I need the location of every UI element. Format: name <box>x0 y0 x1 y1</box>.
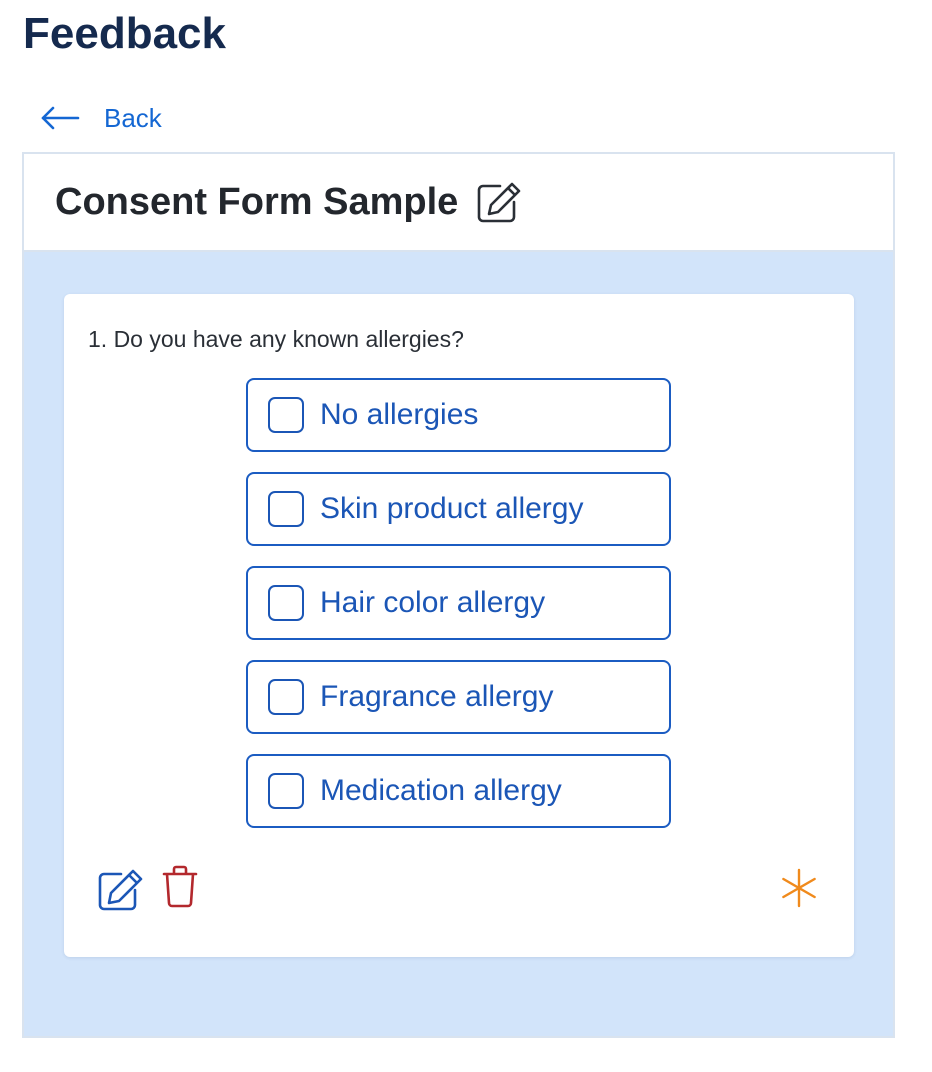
checkbox[interactable] <box>268 585 304 621</box>
edit-icon[interactable] <box>97 866 145 912</box>
option-fragrance-allergy[interactable]: Fragrance allergy <box>246 660 671 734</box>
option-label: Fragrance allergy <box>320 680 554 713</box>
back-label: Back <box>104 102 162 133</box>
checkbox[interactable] <box>268 491 304 527</box>
option-no-allergies[interactable]: No allergies <box>246 378 671 452</box>
form-title: Consent Form Sample <box>55 181 459 223</box>
option-hair-color-allergy[interactable]: Hair color allergy <box>246 566 671 640</box>
page-title: Feedback <box>23 9 226 58</box>
option-label: No allergies <box>320 398 479 431</box>
trash-icon[interactable] <box>162 864 198 908</box>
option-medication-allergy[interactable]: Medication allergy <box>246 754 671 828</box>
back-link[interactable]: Back <box>40 98 162 138</box>
option-label: Skin product allergy <box>320 492 584 525</box>
form-header: Consent Form Sample <box>24 154 893 252</box>
form-panel: Consent Form Sample 1. Do you have any k… <box>22 152 895 1038</box>
checkbox[interactable] <box>268 679 304 715</box>
arrow-left-icon <box>41 106 80 130</box>
asterisk-icon <box>782 868 816 908</box>
question-text: 1. Do you have any known allergies? <box>88 326 464 352</box>
option-label: Hair color allergy <box>320 586 546 619</box>
options-list: No allergies Skin product allergy Hair c… <box>246 378 671 848</box>
checkbox[interactable] <box>268 397 304 433</box>
checkbox[interactable] <box>268 773 304 809</box>
option-skin-product-allergy[interactable]: Skin product allergy <box>246 472 671 546</box>
edit-icon[interactable] <box>476 180 524 224</box>
question-card: 1. Do you have any known allergies? No a… <box>64 294 854 957</box>
option-label: Medication allergy <box>320 774 562 807</box>
